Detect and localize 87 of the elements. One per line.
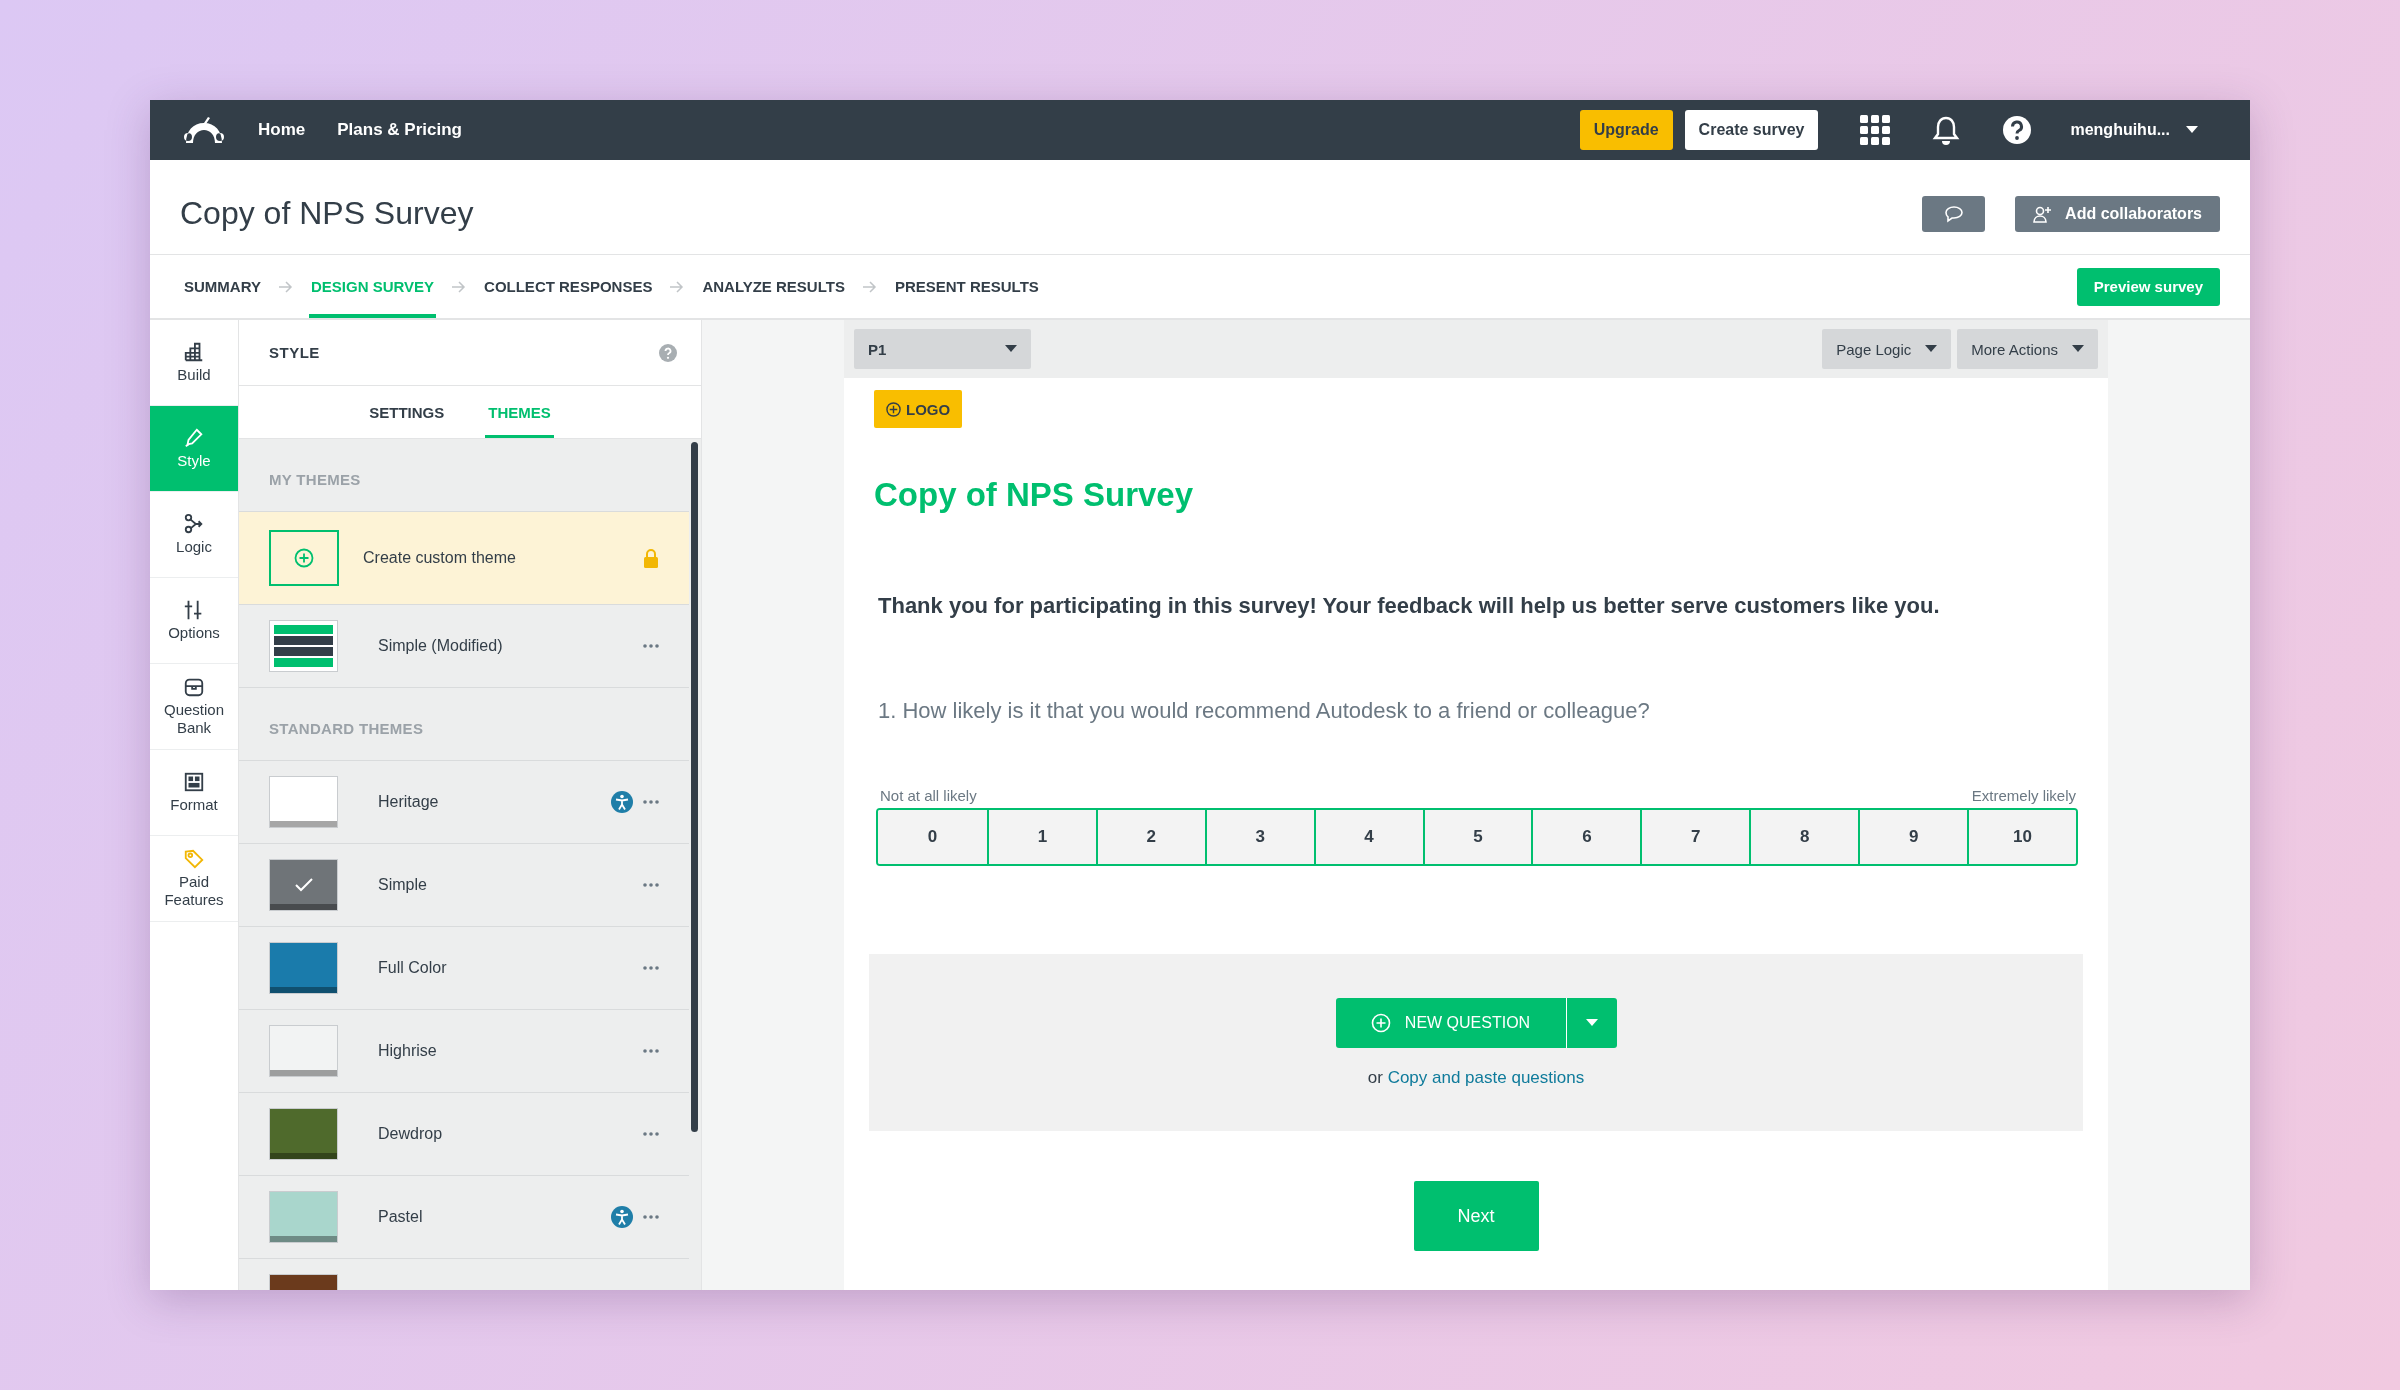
arrow-icon bbox=[452, 280, 467, 293]
caret-icon bbox=[2072, 345, 2084, 353]
help-icon[interactable] bbox=[2002, 115, 2033, 145]
more-dots-icon[interactable] bbox=[643, 1132, 659, 1136]
scale-option[interactable]: 4 bbox=[1313, 810, 1423, 864]
panel-tab[interactable]: SETTINGS bbox=[366, 386, 448, 438]
create-survey-button[interactable]: Create survey bbox=[1684, 110, 1819, 150]
theme-name[interactable]: Simple bbox=[378, 876, 643, 894]
scale-option[interactable]: 9 bbox=[1858, 810, 1968, 864]
bar-chart-icon bbox=[183, 341, 205, 363]
page-logic-dropdown[interactable]: Page Logic bbox=[1822, 329, 1952, 369]
more-dots-icon[interactable] bbox=[643, 1215, 659, 1219]
caret-icon bbox=[2186, 126, 2198, 134]
archive-box-icon bbox=[183, 676, 205, 698]
scrollbar-thumb[interactable] bbox=[691, 442, 698, 1132]
sidebar-item[interactable]: Question Bank bbox=[150, 664, 238, 750]
or-text: or bbox=[1367, 1067, 1383, 1087]
more-dots-icon[interactable] bbox=[643, 1049, 659, 1053]
scale-option[interactable]: 8 bbox=[1749, 810, 1859, 864]
notification-bell-icon[interactable] bbox=[1932, 115, 1961, 145]
person-plus-icon bbox=[2033, 205, 2054, 223]
more-actions-dropdown[interactable]: More Actions bbox=[1957, 329, 2098, 369]
theme-row[interactable]: Simple bbox=[239, 844, 689, 927]
apps-grid-icon[interactable] bbox=[1860, 115, 1891, 145]
more-dots-icon[interactable] bbox=[643, 966, 659, 970]
scale-option[interactable]: 7 bbox=[1640, 810, 1750, 864]
nav-link[interactable]: Home bbox=[258, 120, 306, 140]
branch-icon bbox=[183, 513, 205, 535]
dropdown-button[interactable] bbox=[1565, 997, 1617, 1048]
page-dropdown[interactable]: P1 bbox=[854, 329, 1031, 369]
scale-high-label: Extremely likely bbox=[1971, 787, 2076, 804]
sidebar-item[interactable]: Format bbox=[150, 750, 238, 836]
caret-icon bbox=[1585, 1018, 1598, 1027]
add-logo-button[interactable]: LOGO bbox=[874, 390, 963, 428]
panel-title: STYLE bbox=[269, 344, 320, 361]
scale-option[interactable]: 1 bbox=[986, 810, 1096, 864]
more-dots-icon[interactable] bbox=[643, 883, 659, 887]
theme-name[interactable]: Pastel bbox=[378, 1208, 611, 1226]
sidebar-item[interactable]: Options bbox=[150, 578, 238, 664]
step-tab[interactable]: SUMMARY bbox=[182, 255, 263, 318]
arrow-icon bbox=[670, 280, 685, 293]
theme-name[interactable]: Simple (Modified) bbox=[378, 637, 643, 655]
survey-title: Copy of NPS Survey bbox=[180, 194, 475, 232]
add-theme-tile[interactable] bbox=[269, 530, 339, 586]
scale-option[interactable]: 3 bbox=[1204, 810, 1314, 864]
arrow-icon bbox=[862, 280, 877, 293]
step-tab[interactable]: ANALYZE RESULTS bbox=[700, 255, 847, 318]
user-menu[interactable]: menghuihu... bbox=[2070, 121, 2170, 139]
nav-link[interactable]: Plans & Pricing bbox=[337, 120, 462, 140]
comment-button[interactable] bbox=[1922, 196, 1986, 232]
speech-bubble-icon bbox=[1943, 205, 1964, 223]
caret-icon bbox=[1925, 345, 1938, 353]
intro-text: Thank you for participating in this survey! Your feedback will help us better serve customers like you. bbox=[878, 593, 1941, 619]
theme-row[interactable]: Create custom theme bbox=[239, 512, 689, 605]
sidebar-item[interactable]: Logic bbox=[150, 492, 238, 578]
more-dots-icon[interactable] bbox=[643, 800, 659, 804]
more-dots-icon[interactable] bbox=[643, 644, 659, 648]
scale-option[interactable]: 10 bbox=[1967, 810, 2076, 864]
step-tab[interactable]: COLLECT RESPONSES bbox=[482, 255, 655, 318]
theme-name[interactable]: Dewdrop bbox=[378, 1125, 643, 1143]
survey-heading: Copy of NPS Survey bbox=[874, 476, 1195, 514]
plus-circle-icon bbox=[886, 401, 901, 417]
scale-option[interactable]: 2 bbox=[1095, 810, 1205, 864]
theme-name[interactable]: Full Color bbox=[378, 959, 643, 977]
logo-icon[interactable] bbox=[182, 115, 226, 145]
pencil-icon bbox=[183, 427, 205, 449]
scale-option[interactable]: 6 bbox=[1531, 810, 1641, 864]
sidebar-item[interactable]: Paid Features bbox=[150, 836, 238, 922]
plus-circle-icon bbox=[1370, 1012, 1391, 1033]
layout-icon bbox=[183, 771, 205, 793]
caret-icon bbox=[1005, 345, 1017, 353]
theme-thumbnail bbox=[269, 620, 338, 672]
theme-name[interactable]: Highrise bbox=[378, 1042, 643, 1060]
add-collaborators-button[interactable]: Add collaborators bbox=[2015, 196, 2220, 232]
arrow-icon bbox=[278, 280, 293, 293]
scale-low-label: Not at all likely bbox=[880, 787, 977, 804]
theme-name[interactable]: Heritage bbox=[378, 793, 611, 811]
step-tab[interactable]: PRESENT RESULTS bbox=[892, 255, 1041, 318]
scale-option[interactable]: 0 bbox=[878, 810, 987, 864]
plus-circle-icon bbox=[294, 548, 314, 568]
theme-name[interactable]: Create custom theme bbox=[363, 549, 643, 567]
upgrade-button[interactable]: Upgrade bbox=[1579, 110, 1673, 150]
question-text: 1. How likely is it that you would recommend Autodesk to a friend or colleague? bbox=[878, 698, 1651, 724]
tag-icon bbox=[183, 848, 205, 870]
theme-row[interactable]: Simple (Modified) bbox=[239, 605, 689, 688]
copy-paste-link[interactable]: Copy and paste questions bbox=[1387, 1067, 1585, 1087]
scale-option[interactable]: 5 bbox=[1422, 810, 1532, 864]
